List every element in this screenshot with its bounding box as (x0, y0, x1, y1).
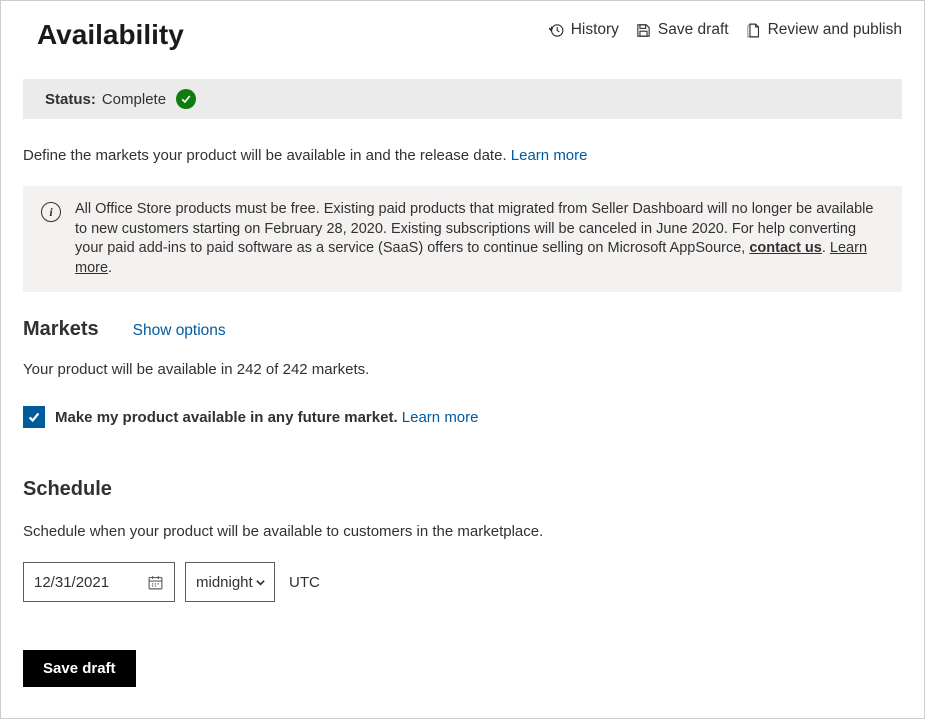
chevron-down-icon (255, 577, 266, 588)
release-date-input[interactable]: 12/31/2021 (23, 562, 175, 602)
document-icon (745, 22, 762, 39)
complete-check-icon (176, 89, 196, 109)
info-icon: i (41, 202, 61, 222)
status-label: Status: (45, 91, 96, 108)
intro-text: Define the markets your product will be … (23, 147, 902, 164)
history-link[interactable]: History (548, 21, 619, 39)
markets-description: Your product will be available in 242 of… (23, 361, 902, 378)
save-icon (635, 22, 652, 39)
intro-body: Define the markets your product will be … (23, 147, 511, 164)
contact-us-link[interactable]: contact us (749, 240, 822, 256)
info-sep: . (822, 240, 830, 256)
info-callout: i All Office Store products must be free… (23, 186, 902, 292)
release-date-value: 12/31/2021 (34, 574, 109, 591)
intro-learn-more-link[interactable]: Learn more (511, 147, 588, 164)
save-draft-link[interactable]: Save draft (635, 21, 729, 39)
timezone-label: UTC (289, 574, 320, 591)
header-actions: History Save draft Review and publish (548, 19, 902, 39)
schedule-heading: Schedule (23, 478, 902, 501)
status-value: Complete (102, 91, 166, 108)
schedule-description: Schedule when your product will be avail… (23, 523, 902, 540)
calendar-icon (147, 574, 164, 591)
future-markets-label-text: Make my product available in any future … (55, 409, 402, 426)
release-time-select[interactable]: midnight (185, 562, 275, 602)
future-markets-checkbox[interactable] (23, 406, 45, 428)
review-publish-label: Review and publish (768, 21, 902, 39)
info-text: All Office Store products must be free. … (75, 200, 884, 278)
history-label: History (571, 21, 619, 39)
history-icon (548, 22, 565, 39)
info-trailing: . (108, 260, 112, 276)
future-markets-learn-more-link[interactable]: Learn more (402, 409, 479, 426)
show-options-link[interactable]: Show options (133, 322, 226, 340)
review-publish-link[interactable]: Review and publish (745, 21, 902, 39)
markets-heading: Markets (23, 318, 99, 341)
status-bar: Status: Complete (23, 79, 902, 119)
release-time-value: midnight (196, 574, 253, 591)
save-draft-header-label: Save draft (658, 21, 729, 39)
page-title: Availability (37, 19, 184, 51)
future-markets-label: Make my product available in any future … (55, 409, 479, 426)
save-draft-button[interactable]: Save draft (23, 650, 136, 687)
